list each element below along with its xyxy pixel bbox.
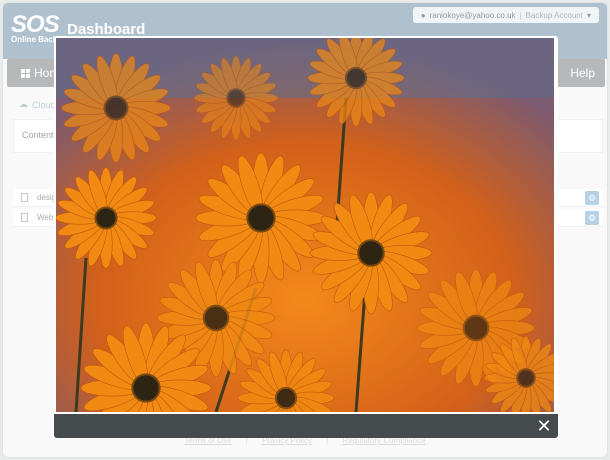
photo [56, 38, 554, 412]
image-lightbox: ✕ [54, 36, 558, 438]
close-icon[interactable]: ✕ [534, 416, 554, 436]
flower-photo-illustration [56, 38, 554, 412]
lightbox-toolbar: ✕ [54, 414, 558, 438]
